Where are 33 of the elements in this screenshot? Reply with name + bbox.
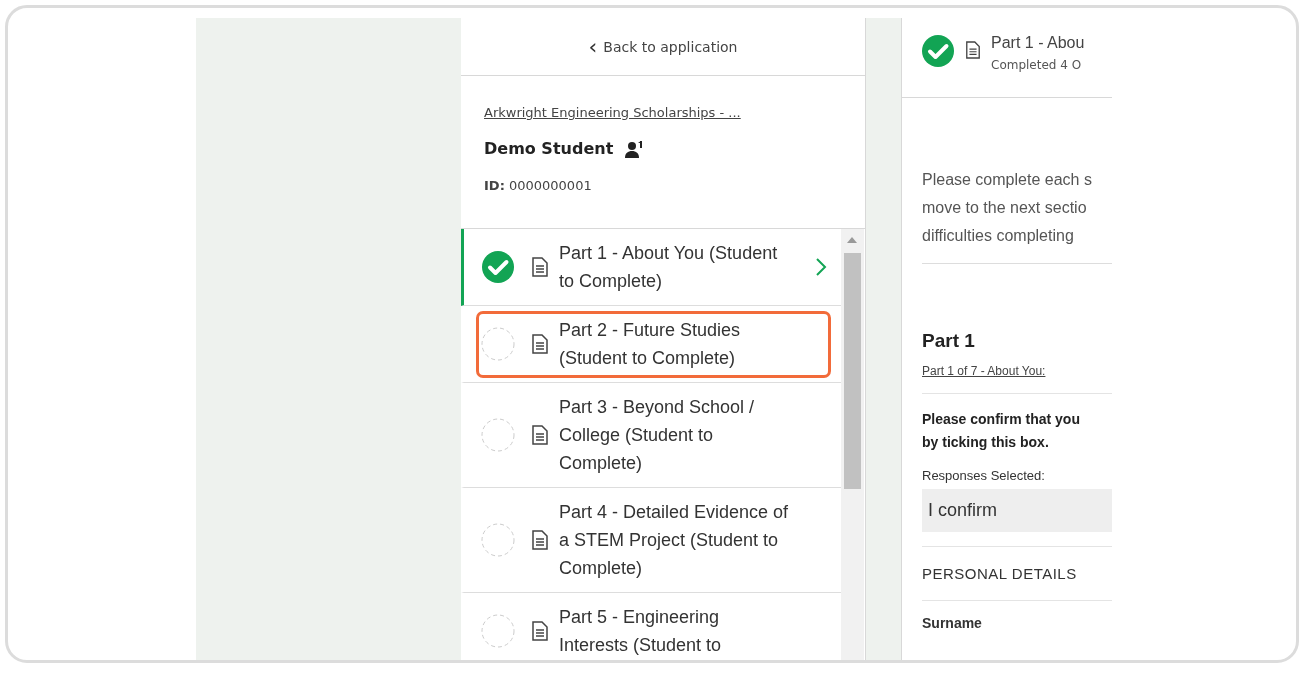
intro-text-line: difficulties completing xyxy=(922,226,1075,246)
completed-date: Completed 4 O xyxy=(991,58,1083,72)
document-icon xyxy=(531,257,549,277)
section-title: Part 4 - Detailed Evidence of a STEM Project (Student to Complete) xyxy=(559,501,790,580)
section-heading: PERSONAL DETAILS xyxy=(922,564,1078,584)
section-title: Part 1 - Abou xyxy=(991,34,1085,52)
part-heading: Part 1 xyxy=(922,330,976,352)
document-icon xyxy=(531,334,549,354)
section-title: Part 2 - Future Studies (Student to Complete) xyxy=(559,319,742,370)
scrollbar-thumb[interactable] xyxy=(844,253,861,489)
section-title: Part 3 - Beyond School / College (Student to Complete) xyxy=(559,396,756,475)
part-link[interactable]: Part 1 of 7 - About You: xyxy=(922,364,1046,378)
document-icon xyxy=(531,530,549,550)
back-to-application-link[interactable]: ‹ Back to application xyxy=(588,38,738,55)
response-value: I confirm xyxy=(922,489,1112,532)
scholarship-link[interactable]: Arkwright Engineering Scholarships - ... xyxy=(484,105,741,120)
student-name: Demo Student xyxy=(484,139,614,158)
intro-text-line: Please complete each s xyxy=(922,170,1093,190)
section-item[interactable]: Part 2 - Future Studies (Student to Complete) xyxy=(461,306,841,383)
scrollbar[interactable] xyxy=(841,229,864,660)
question-text-line: by ticking this box. xyxy=(922,433,1050,452)
document-icon xyxy=(965,41,981,59)
scroll-up-icon[interactable] xyxy=(847,237,857,243)
section-title: Part 1 - About You (Student to Complete) xyxy=(559,242,779,293)
section-title: Part 5 - Engineering Interests (Student to xyxy=(559,606,723,657)
field-label: Surname xyxy=(922,615,983,631)
question-text-line: Please confirm that you xyxy=(922,410,1081,429)
student-id: ID: 0000000001 xyxy=(484,178,593,193)
responses-label: Responses Selected: xyxy=(922,468,1046,483)
document-icon xyxy=(531,621,549,641)
intro-text-line: move to the next sectio xyxy=(922,198,1088,218)
document-icon xyxy=(531,425,549,445)
chevron-right-icon xyxy=(815,257,827,277)
